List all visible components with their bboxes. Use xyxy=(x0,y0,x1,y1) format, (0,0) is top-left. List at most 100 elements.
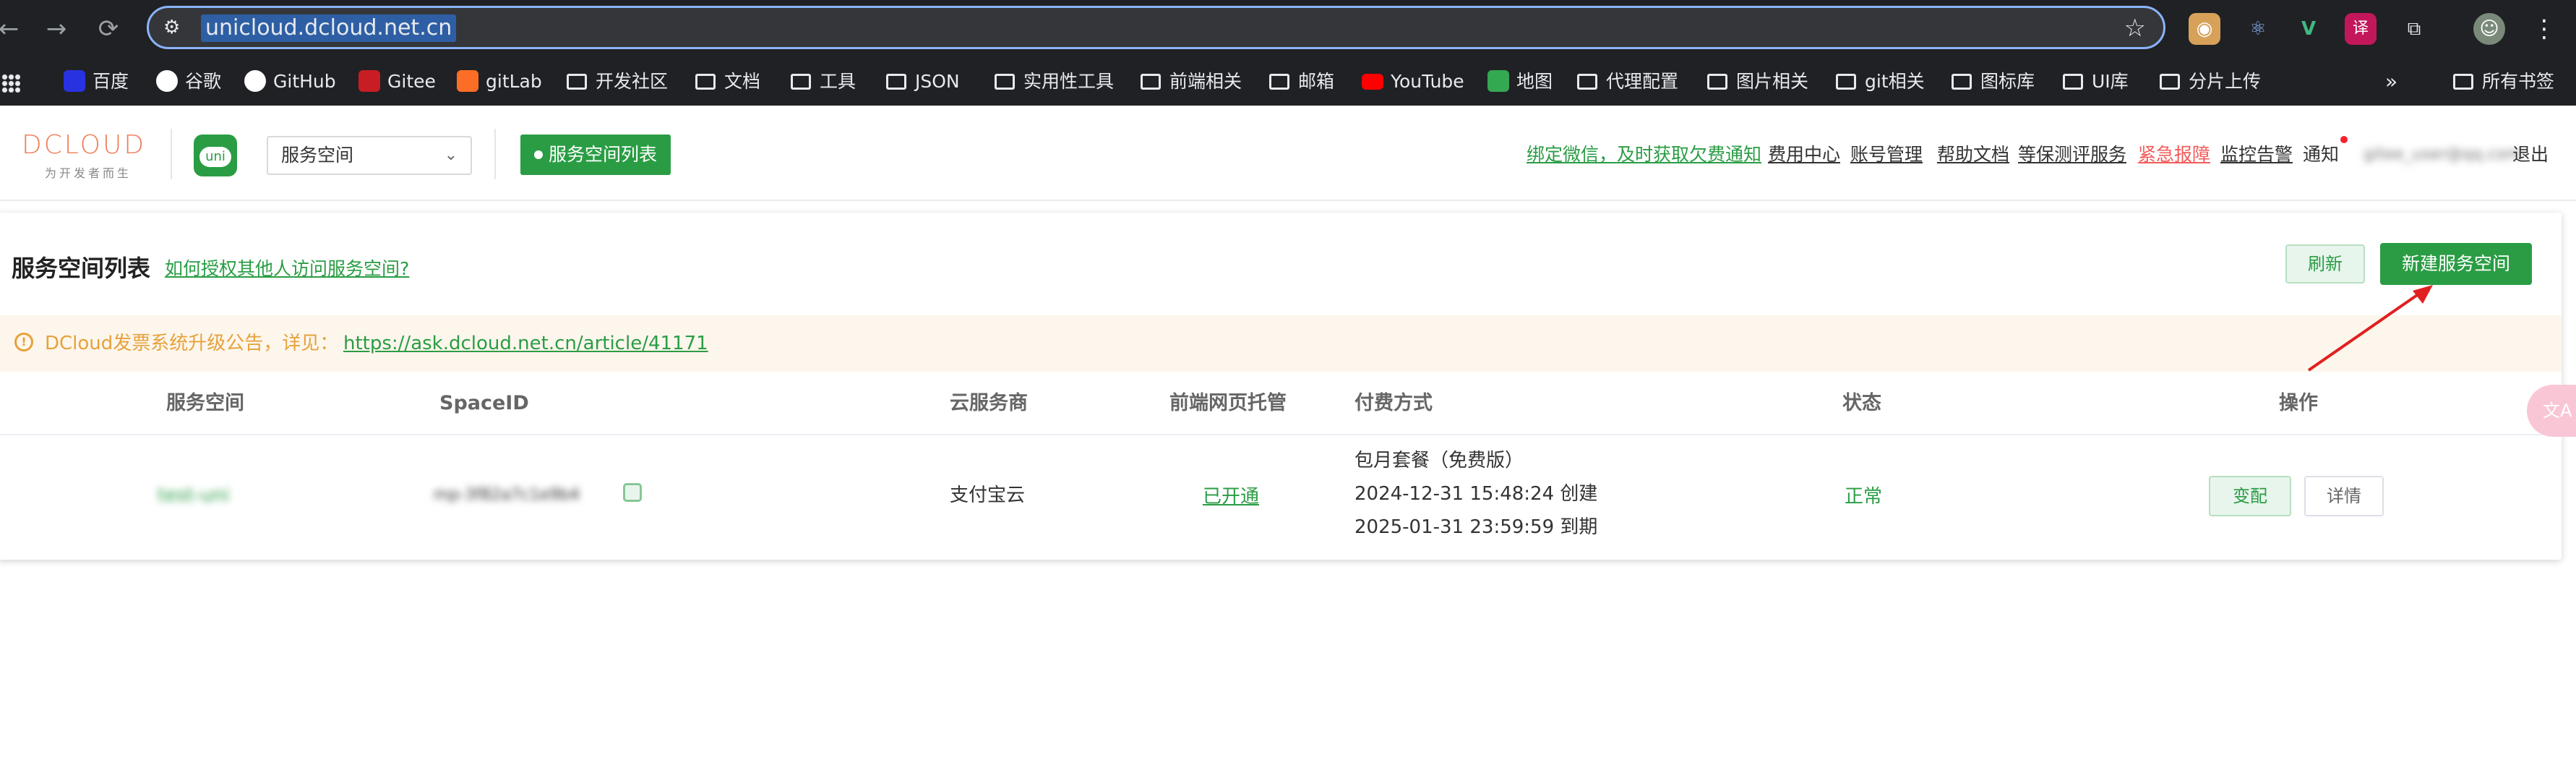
bookmark-folder-utility[interactable]: 实用性工具 xyxy=(995,68,1114,95)
dcloud-logo[interactable]: DCLOUD xyxy=(22,130,146,160)
bookmark-star-icon[interactable]: ☆ xyxy=(2124,14,2146,43)
logo-slogan: 为开发者而生 xyxy=(45,166,132,180)
folder-icon xyxy=(1577,74,1597,90)
notice-link[interactable]: https://ask.dcloud.net.cn/article/41171 xyxy=(343,331,708,356)
folder-icon xyxy=(695,74,716,90)
reload-icon[interactable]: ⟳ xyxy=(91,12,126,46)
folder-icon xyxy=(2453,74,2473,90)
copy-icon[interactable] xyxy=(623,483,642,502)
site-settings-icon[interactable]: ⚙ xyxy=(163,17,185,38)
bookmark-folder-docs[interactable]: 文档 xyxy=(695,68,760,95)
column-header-spaceid: SpaceID xyxy=(439,392,529,414)
gitee-icon xyxy=(359,70,380,92)
extensions-puzzle-icon[interactable]: ⧉ xyxy=(2398,13,2430,45)
fee-center-link[interactable]: 费用中心 xyxy=(1768,143,1840,166)
bookmark-github[interactable]: GitHub xyxy=(244,68,336,95)
folder-icon xyxy=(2063,74,2083,90)
address-bar[interactable]: ⚙ unicloud.dcloud.net.cn ☆ xyxy=(147,6,2165,49)
folder-icon xyxy=(2160,74,2180,90)
bookmarks-overflow-icon[interactable]: » xyxy=(2385,68,2397,95)
account-link[interactable]: 账号管理 xyxy=(1850,143,1923,166)
bookmark-folder-git[interactable]: git相关 xyxy=(1836,68,1925,95)
bookmark-folder-dev-community[interactable]: 开发社区 xyxy=(567,68,668,95)
youtube-icon xyxy=(1362,74,1383,90)
hosting-cell[interactable]: 已开通 xyxy=(1203,485,1259,509)
site-header: DCLOUD 为开发者而生 uni 服务空间 ⌄ 服务空间列表 绑定微信，及时获… xyxy=(0,106,2576,201)
created-time: 2024-12-31 15:48:24 创建 xyxy=(1354,483,1598,505)
folder-icon xyxy=(791,74,811,90)
baidu-icon xyxy=(64,70,85,92)
bookmark-folder-images[interactable]: 图片相关 xyxy=(1707,68,1808,95)
emergency-report-link[interactable]: 紧急报障 xyxy=(2138,143,2210,166)
menu-kebab-icon[interactable]: ⋮ xyxy=(2528,13,2560,45)
provider-cell: 支付宝云 xyxy=(950,485,1026,506)
logout-link[interactable]: 退出 xyxy=(2512,143,2549,166)
info-icon: ! xyxy=(14,333,33,351)
browser-toolbar: ← → ⟳ ⚙ unicloud.dcloud.net.cn ☆ ◉ ⚛ V 译… xyxy=(0,0,2576,58)
notify-link[interactable]: 通知 xyxy=(2303,143,2339,166)
profile-avatar-icon[interactable]: ☺ xyxy=(2473,13,2505,45)
apps-grid-icon[interactable] xyxy=(1,74,20,93)
bookmarks-bar: 百度 谷歌 GitHub Gitee gitLab 开发社区 文档 工具 JSO… xyxy=(0,58,2576,106)
help-docs-link[interactable]: 帮助文档 xyxy=(1937,143,2009,166)
folder-icon xyxy=(995,74,1015,90)
security-eval-link[interactable]: 等保测评服务 xyxy=(2018,143,2126,166)
url-text[interactable]: unicloud.dcloud.net.cn xyxy=(201,14,457,42)
translate-extension-icon[interactable]: 译 xyxy=(2345,13,2377,45)
authorize-help-link[interactable]: 如何授权其他人访问服务空间? xyxy=(165,255,409,281)
bookmark-baidu[interactable]: 百度 xyxy=(64,68,129,95)
user-email[interactable]: gitee_user@qq.com xyxy=(2364,143,2522,166)
column-header-billing: 付费方式 xyxy=(1354,392,1433,414)
chevron-down-icon: ⌄ xyxy=(444,146,458,164)
bookmark-folder-iconlib[interactable]: 图标库 xyxy=(1952,68,2035,95)
plan-text: 包月套餐（免费版） xyxy=(1354,450,1524,472)
space-list-button[interactable]: 服务空间列表 xyxy=(520,135,671,175)
translate-float-icon[interactable]: 文A xyxy=(2527,385,2576,437)
bookmark-maps[interactable]: 地图 xyxy=(1487,68,1553,95)
bookmark-folder-mail[interactable]: 邮箱 xyxy=(1269,68,1334,95)
bookmark-folder-tools[interactable]: 工具 xyxy=(791,68,856,95)
bookmark-gitlab[interactable]: gitLab xyxy=(457,68,542,95)
refresh-button[interactable]: 刷新 xyxy=(2285,244,2365,283)
vue-devtools-icon[interactable]: V xyxy=(2293,13,2324,45)
divider xyxy=(171,129,172,179)
space-list-card: 服务空间列表 如何授权其他人访问服务空间? 刷新 新建服务空间 ! DCloud… xyxy=(0,213,2562,560)
folder-icon xyxy=(1952,74,1972,90)
annotation-arrow xyxy=(2307,285,2433,372)
github-icon xyxy=(244,70,266,92)
bookmark-folder-json[interactable]: JSON xyxy=(886,68,960,95)
bookmark-youtube[interactable]: YouTube xyxy=(1362,68,1464,95)
column-header-actions: 操作 xyxy=(2279,392,2318,414)
extension-avatar-icon[interactable]: ◉ xyxy=(2189,13,2220,45)
folder-icon xyxy=(1269,74,1289,90)
all-bookmarks[interactable]: 所有书签 xyxy=(2453,68,2554,95)
google-icon xyxy=(156,70,178,92)
unicloud-logo: uni xyxy=(194,135,237,176)
change-config-button[interactable]: 变配 xyxy=(2209,476,2291,516)
bookmark-folder-proxy[interactable]: 代理配置 xyxy=(1577,68,1678,95)
bookmark-folder-frontend[interactable]: 前端相关 xyxy=(1141,68,1242,95)
space-name-cell[interactable]: test-uni xyxy=(158,483,230,508)
monitor-alert-link[interactable]: 监控告警 xyxy=(2220,143,2293,166)
bookmark-folder-upload[interactable]: 分片上传 xyxy=(2160,68,2261,95)
bookmark-google[interactable]: 谷歌 xyxy=(156,68,221,95)
bookmark-gitee[interactable]: Gitee xyxy=(359,68,436,95)
folder-icon xyxy=(1836,74,1856,90)
column-header-provider: 云服务商 xyxy=(950,392,1028,414)
space-select[interactable]: 服务空间 ⌄ xyxy=(267,136,472,175)
react-devtools-icon[interactable]: ⚛ xyxy=(2242,13,2274,45)
folder-icon xyxy=(567,74,587,90)
forward-icon[interactable]: → xyxy=(39,12,74,46)
status-badge: 正常 xyxy=(1845,486,1883,508)
bind-wechat-link[interactable]: 绑定微信，及时获取欠费通知 xyxy=(1527,143,1761,166)
detail-button[interactable]: 详情 xyxy=(2304,476,2384,516)
space-id-cell: mp-3f82a7c1e9b4 xyxy=(434,486,580,504)
folder-icon xyxy=(1141,74,1161,90)
bookmark-folder-ui[interactable]: UI库 xyxy=(2063,68,2129,95)
back-icon[interactable]: ← xyxy=(0,12,26,46)
page-title: 服务空间列表 xyxy=(12,255,151,282)
new-space-button[interactable]: 新建服务空间 xyxy=(2380,243,2532,285)
folder-icon xyxy=(1707,74,1727,90)
gitlab-icon xyxy=(457,70,478,92)
column-header-hosting: 前端网页托管 xyxy=(1169,392,1287,414)
